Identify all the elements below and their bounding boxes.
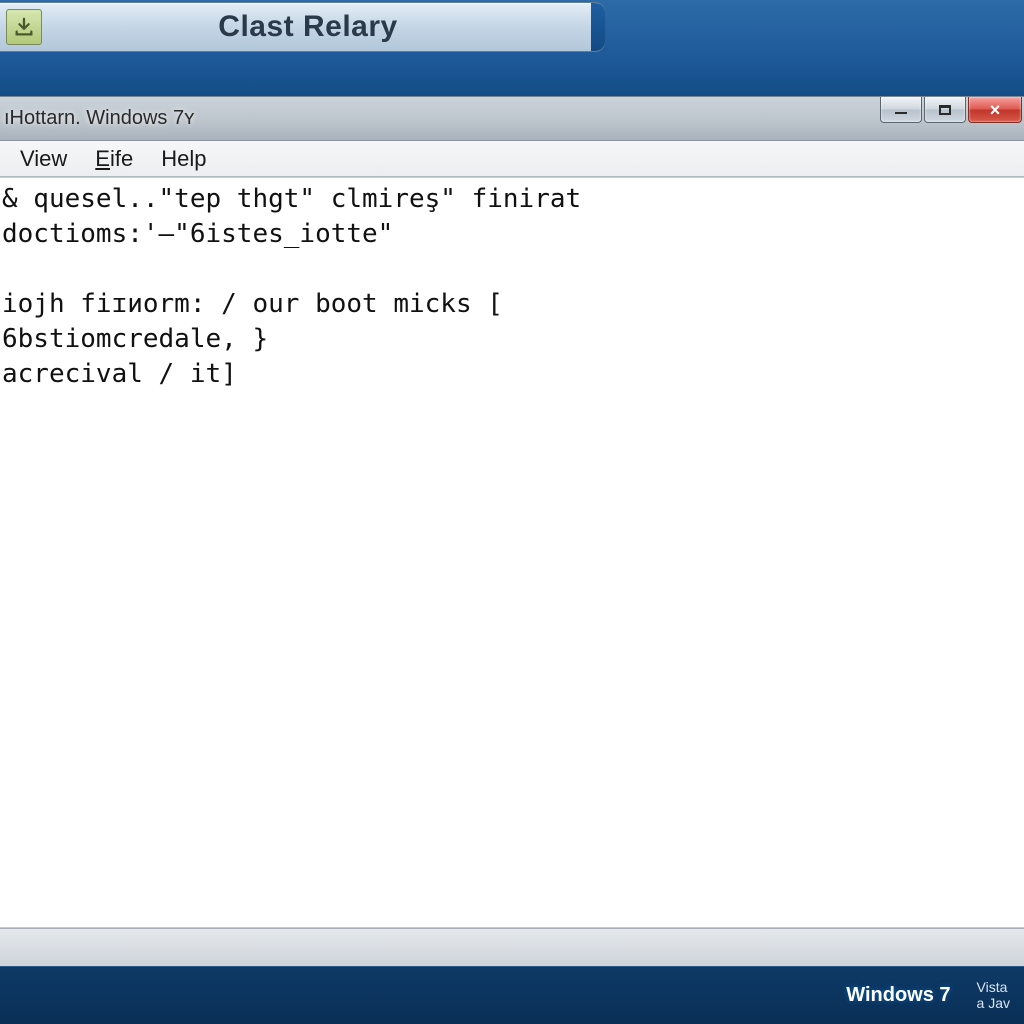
maximize-button[interactable] — [924, 97, 966, 123]
window-title: ıHottarn. Windows 7ʏ — [0, 107, 194, 130]
close-icon: × — [990, 101, 1001, 119]
window-titlebar[interactable]: ıHottarn. Windows 7ʏ × — [0, 97, 1024, 141]
menu-view[interactable]: View — [6, 144, 81, 174]
tray-line1: Vista — [977, 980, 1010, 995]
app-window: ıHottarn. Windows 7ʏ × View Eife Help & … — [0, 96, 1024, 966]
tab-cap — [591, 3, 605, 51]
system-tray[interactable]: Vista a Jav — [977, 980, 1010, 1011]
menu-help[interactable]: Help — [147, 144, 220, 174]
browser-header: Clast Relary — [0, 0, 1024, 96]
tab-title: Clast Relary — [42, 10, 604, 44]
close-button[interactable]: × — [968, 97, 1022, 123]
maximize-icon — [939, 105, 951, 115]
desktop-taskbar[interactable]: Windows 7 Vista a Jav — [0, 966, 1024, 1024]
minimize-button[interactable] — [880, 97, 922, 123]
minimize-icon — [895, 112, 907, 114]
menu-bar: View Eife Help — [0, 141, 1024, 177]
window-controls: × — [880, 97, 1022, 123]
tray-line2: a Jav — [977, 996, 1010, 1011]
menu-eife-rest: ife — [110, 146, 133, 171]
menu-eife-underline: E — [95, 146, 110, 171]
os-label: Windows 7 — [846, 984, 950, 1007]
editor-viewport[interactable]: & quesel.."tep thgt" clmireş" finirat do… — [0, 177, 1024, 928]
browser-tab[interactable]: Clast Relary — [0, 2, 605, 52]
download-icon — [6, 9, 42, 45]
menu-eife[interactable]: Eife — [81, 144, 147, 174]
editor-content[interactable]: & quesel.."tep thgt" clmireş" finirat do… — [0, 178, 1024, 397]
window-statusbar — [0, 928, 1024, 966]
